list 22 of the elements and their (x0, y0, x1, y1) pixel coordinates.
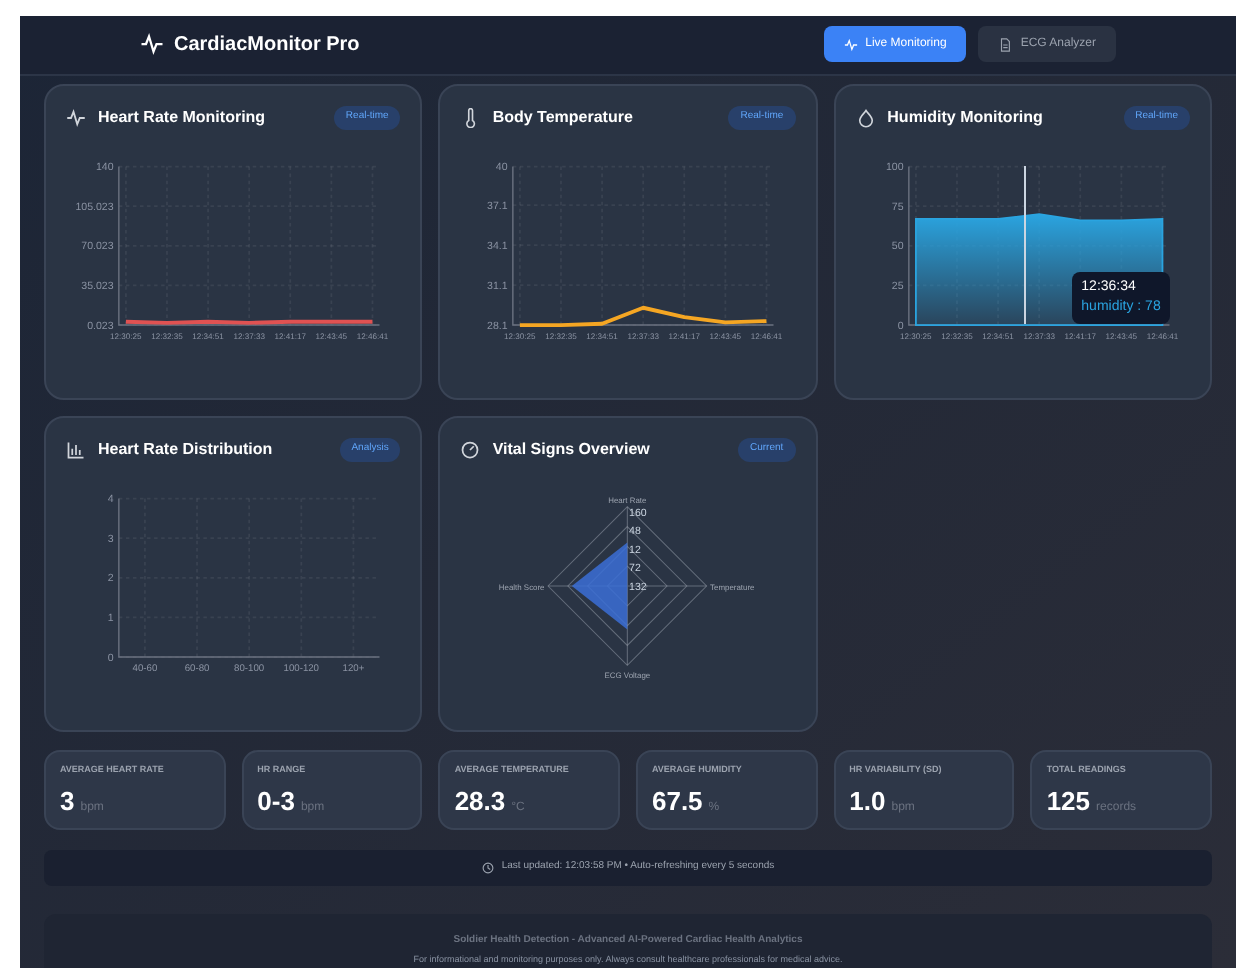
stat-value: 67.5 (651, 783, 703, 820)
stat-value: 0-3 (257, 783, 295, 820)
radar-area (572, 542, 628, 630)
card-title: Body Temperature (492, 105, 635, 130)
card-title: Heart Rate Monitoring (98, 105, 268, 130)
stat-value: 1.0 (849, 783, 886, 820)
drop-icon (855, 107, 876, 128)
stat-value: 125 (1046, 783, 1091, 820)
stat-value: 3 (60, 783, 75, 820)
clock-icon (481, 861, 494, 874)
bar-chart-icon (66, 439, 86, 460)
pulse-icon (66, 107, 86, 128)
app-title: CardiacMonitor Pro (174, 31, 362, 60)
file-icon (998, 37, 1013, 52)
card-title: Humidity Monitoring (887, 105, 1045, 130)
pulse-icon (843, 37, 858, 52)
thermometer-icon (460, 107, 481, 128)
card-title: Vital Signs Overview (492, 437, 652, 462)
stat-value: 28.3 (454, 783, 506, 820)
card-title: Heart Rate Distribution (98, 437, 275, 462)
pulse-icon (140, 32, 164, 57)
gauge-icon (460, 439, 481, 460)
